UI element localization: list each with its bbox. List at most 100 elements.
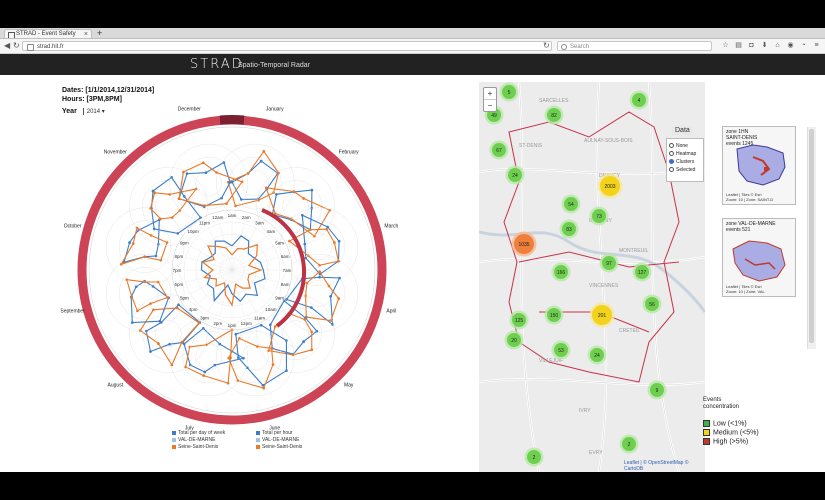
data-point [259,159,263,163]
layer-option[interactable]: Selected [669,166,701,174]
event-cluster-marker[interactable]: 82 [544,105,564,125]
refresh-icon[interactable]: ↻ [543,41,550,51]
map-place-label: EVRY [589,450,603,456]
lock-icon [27,44,34,51]
sidebar-scrollbar[interactable] [807,127,816,349]
hour-label: 9am [275,296,284,301]
event-cluster-marker[interactable]: 201 [589,302,615,328]
event-cluster-marker[interactable]: 150 [544,305,564,325]
data-point [329,295,332,298]
event-cluster-marker[interactable]: 83 [559,219,579,239]
radio-icon[interactable] [669,151,674,157]
event-cluster-marker[interactable]: 24 [505,165,525,185]
layer-option[interactable]: Heatmap [669,150,701,158]
data-point [226,381,230,385]
cluster-count: 54 [568,202,574,208]
event-cluster-marker[interactable]: 20 [504,330,524,350]
event-cluster-marker[interactable]: 166 [551,262,571,282]
legend-item: Total per hour [256,430,293,436]
data-layer-button[interactable]: Data [672,126,693,135]
data-point [285,339,288,342]
zoom-out-button[interactable]: − [484,99,496,111]
event-cluster-marker[interactable]: 2 [524,447,544,467]
layer-option[interactable]: None [669,142,701,150]
month-label: August [108,383,124,389]
data-point [225,202,228,205]
layer-option[interactable]: Clusters [669,158,701,166]
reading-list-icon[interactable]: ▤ [735,42,742,49]
data-point [157,342,160,345]
data-point [303,318,306,321]
event-cluster-marker[interactable]: 5 [499,82,519,102]
search-input[interactable]: Search [557,41,712,51]
concentration-title-line2: concentration [703,404,740,410]
cluster-count: 24 [512,173,518,179]
event-cluster-marker[interactable]: 125 [509,310,529,330]
reload-icon[interactable]: ↻ [13,41,20,51]
data-point [185,172,189,175]
hour-label: 4am [267,229,276,234]
data-point [242,356,245,360]
data-point [338,276,341,280]
minimap-events: events 1245 [726,141,754,147]
hour-label: 2pm [213,321,222,326]
month-label: September [60,309,85,315]
data-point [149,234,153,237]
cluster-count: 49 [491,113,497,119]
radio-icon[interactable] [669,167,674,173]
bookmark-star-icon[interactable]: ☆ [722,42,729,49]
data-point [264,186,268,190]
data-point [159,217,162,221]
event-cluster-marker[interactable]: 54 [561,194,581,214]
minimap-attribution-line2: Zoom: 10 | Zone: SAINT-D [726,197,774,202]
radio-icon[interactable] [669,159,674,165]
extension-icon[interactable]: ◉ [787,42,794,49]
home-icon[interactable]: ⌂ [774,42,781,49]
event-cluster-marker[interactable]: 127 [632,262,652,282]
back-icon[interactable]: ◀ [4,41,10,51]
event-cluster-marker[interactable]: 56 [642,294,662,314]
minimap-zone-1[interactable]: zone 1HN SAINT-DENIS events 1245 Leaflet… [722,126,796,205]
radio-icon[interactable] [669,143,674,149]
event-cluster-marker[interactable]: 53 [551,340,571,360]
browser-tab[interactable]: STRAD - Event Safety × [4,29,92,38]
event-cluster-marker[interactable]: 1035 [511,231,537,257]
data-point [136,309,139,313]
close-tab-icon[interactable]: × [84,30,88,38]
hour-label: 6am [281,254,290,259]
chat-icon[interactable]: ◔ [800,42,807,49]
event-cluster-marker[interactable]: 4 [629,90,649,110]
new-tab-button[interactable]: + [97,28,102,38]
event-cluster-marker[interactable]: 9 [647,380,667,400]
cluster-count: 2 [533,455,536,461]
hour-label: 3pm [200,316,209,321]
menu-icon[interactable]: ≡ [813,42,820,49]
event-cluster-marker[interactable]: 97 [599,253,619,273]
download-icon[interactable]: ⬇ [761,42,768,49]
event-cluster-marker[interactable]: 73 [589,206,609,226]
scrollbar-thumb[interactable] [809,129,814,343]
search-icon [561,44,567,50]
hour-label: 10am [265,307,277,312]
data-point [290,217,293,221]
map-attribution[interactable]: Leaflet | © OpenStreetMap © CartoDB [624,460,705,472]
minimap-zone-2[interactable]: zone VAL-DE-MARNE events 521 Leaflet | T… [722,218,796,297]
data-point [270,347,273,350]
hour-label: 5pm [180,296,189,301]
url-bar[interactable]: strad.hit.fr [22,41,552,51]
event-cluster-marker[interactable]: 2 [619,434,639,454]
map-place-label: SARCELLES [539,98,569,104]
data-point [240,198,243,201]
cluster-count: 150 [550,313,559,319]
event-cluster-marker[interactable]: 67 [489,140,509,160]
data-point [177,197,181,201]
data-point [165,241,169,244]
hour-axis [190,245,233,271]
event-cluster-marker[interactable]: 24 [587,345,607,365]
data-point [202,161,205,165]
concentration-swatch [703,438,710,445]
event-cluster-marker[interactable]: 2003 [597,173,623,199]
zoom-in-button[interactable]: + [484,88,496,99]
pocket-icon[interactable]: ◘ [748,42,755,49]
data-point [168,193,171,196]
